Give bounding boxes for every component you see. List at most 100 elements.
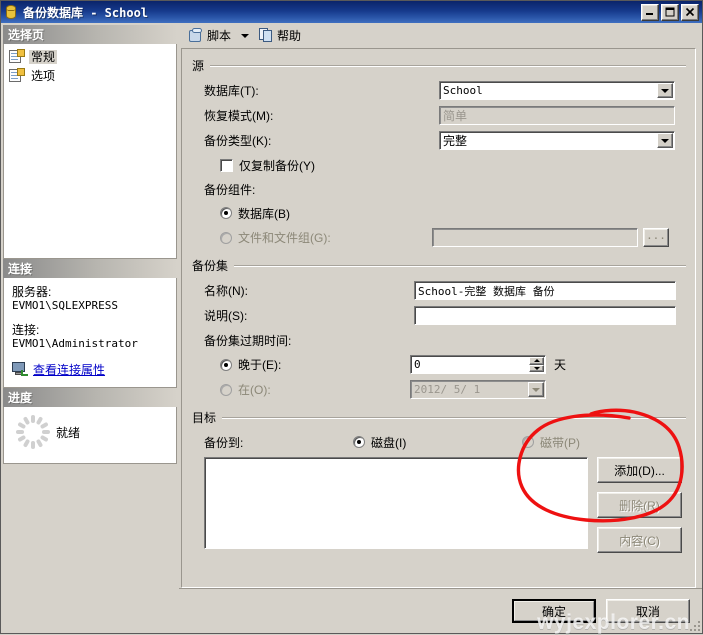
title-bar: 备份数据库 - School [1,1,702,23]
expire-on-radio[interactable] [220,383,232,396]
remove-label: 删除(R) [619,498,660,513]
expire-after-value: 0 [414,358,421,371]
stepper-up-icon[interactable] [529,357,544,365]
backup-database-dialog: 备份数据库 - School 选择页 常规 选项 连接 服务器: EVMO1\S… [0,0,703,634]
disk-label: 磁盘(I) [371,435,407,450]
browse-label: ... [646,229,666,242]
expire-on-value: 2012/ 5/ 1 [414,383,481,396]
browse-files-button: ... [643,228,669,247]
chevron-down-icon[interactable] [657,133,673,148]
expiration-label: 备份集过期时间: [204,333,292,348]
close-button[interactable] [681,3,699,21]
backup-type-value: 完整 [443,134,468,148]
expire-on-row: 在(O): 2012/ 5/ 1 [204,377,686,402]
script-button[interactable]: 脚本 [185,25,234,46]
copy-only-label: 仅复制备份(Y) [239,158,315,173]
database-icon [5,5,18,19]
server-value: EVMO1\SQLEXPRESS [12,298,118,312]
add-button[interactable]: 添加(D)... [597,457,682,483]
expire-after-radio[interactable] [220,358,232,371]
window-controls [641,3,700,21]
expiration-row: 备份集过期时间: [204,328,686,352]
help-button[interactable]: 帮助 [256,25,304,46]
destination-body: 添加(D)... 删除(R) 内容(C) [204,457,686,553]
stepper-down-icon[interactable] [529,364,544,372]
content-panel: 源 数据库(T): School 恢复模式(M): 简单 备份类型(K): 完整… [181,48,696,588]
destination-group-title: 目标 [192,409,686,426]
backup-component-label: 备份组件: [204,182,256,197]
page-list: 常规 选项 [3,44,177,259]
page-icon [9,49,25,64]
component-database-radio[interactable] [220,207,232,219]
toolbar: 脚本 帮助 [179,23,702,48]
cancel-button[interactable]: 取消 [606,599,690,623]
expire-after-label: 晚于(E): [238,358,282,372]
database-select[interactable]: School [439,81,675,100]
component-files-row: 文件和文件组(G): ... [204,225,686,250]
destination-buttons: 添加(D)... 删除(R) 内容(C) [597,457,682,553]
days-unit-label: 天 [554,358,567,372]
server-label: 服务器: [12,284,52,299]
destination-group: 目标 备份到: 磁盘(I) 磁带(P) 添加(D)... 删除(R) 内容(C) [192,409,686,553]
contents-button: 内容(C) [597,527,682,553]
copy-only-row[interactable]: 仅复制备份(Y) [204,153,686,177]
stepper-buttons[interactable] [529,357,544,372]
tape-radio [522,436,534,448]
add-label: 添加(D)... [614,463,665,478]
sidebar-item-options[interactable]: 选项 [6,66,174,85]
connection-header: 连接 [3,258,177,278]
view-connection-properties-link[interactable]: 查看连接属性 [33,361,105,378]
connection-value: EVMO1\Administrator [12,336,138,350]
progress-spinner-icon [16,414,50,449]
left-pane: 选择页 常规 选项 连接 服务器: EVMO1\SQLEXPRESS 连接: E… [1,23,179,633]
backup-type-label: 备份类型(K): [204,134,272,148]
backup-to-label: 备份到: [204,435,244,450]
help-icon [259,28,274,43]
progress-header: 进度 [3,387,177,407]
expire-after-stepper[interactable]: 0 [410,355,546,374]
chevron-down-icon[interactable] [241,33,250,38]
ok-button[interactable]: 确定 [512,599,596,623]
database-value: School [443,84,483,97]
sidebar-item-general[interactable]: 常规 [6,47,174,66]
expire-after-row: 晚于(E): 0 天 [204,352,686,377]
remove-button: 删除(R) [597,492,682,518]
backup-set-description-input[interactable] [414,306,676,325]
help-label: 帮助 [277,29,302,43]
disk-radio[interactable] [353,436,365,448]
page-icon [9,68,25,83]
dialog-footer: 确定 取消 wyjexplorer.cn [179,588,702,634]
expire-on-date: 2012/ 5/ 1 [410,380,546,399]
backup-set-group: 备份集 名称(N): School-完整 数据库 备份 说明(S): 备份集过期… [192,257,686,402]
ok-label: 确定 [541,604,566,619]
sidebar-item-label: 常规 [29,49,58,64]
backup-type-select[interactable]: 完整 [439,131,675,150]
minimize-button[interactable] [641,3,659,21]
chevron-down-icon[interactable] [657,83,673,98]
backup-set-description-row: 说明(S): [204,303,686,328]
source-group: 源 数据库(T): School 恢复模式(M): 简单 备份类型(K): 完整… [192,57,686,250]
maximize-button[interactable] [661,3,679,21]
component-database-row[interactable]: 数据库(B) [204,201,686,225]
backup-set-name-input[interactable]: School-完整 数据库 备份 [414,281,676,300]
computer-icon [12,361,29,377]
backup-set-name-label: 名称(N): [204,284,248,298]
window-title: 备份数据库 - School [23,5,149,20]
script-label: 脚本 [207,29,232,43]
backup-set-name-row: 名称(N): School-完整 数据库 备份 [204,278,686,303]
source-group-title: 源 [192,57,686,74]
copy-only-checkbox[interactable] [220,158,233,172]
component-files-radio [220,231,232,244]
backup-set-description-label: 说明(S): [204,309,248,323]
source-title-label: 源 [192,59,205,73]
progress-panel: 就绪 [3,406,177,464]
right-pane: 脚本 帮助 源 数据库(T): School 恢复模式(M): 简单 备份类型(… [179,23,702,634]
script-icon [188,27,204,44]
destination-list[interactable] [204,457,588,549]
component-files-label: 文件和文件组(G): [238,231,331,245]
connection-label: 连接: [12,322,40,337]
cancel-label: 取消 [635,604,660,619]
recovery-model-label: 恢复模式(M): [204,109,274,123]
backup-to-row: 备份到: 磁盘(I) 磁带(P) [204,430,686,454]
recovery-model-value: 简单 [443,109,468,123]
